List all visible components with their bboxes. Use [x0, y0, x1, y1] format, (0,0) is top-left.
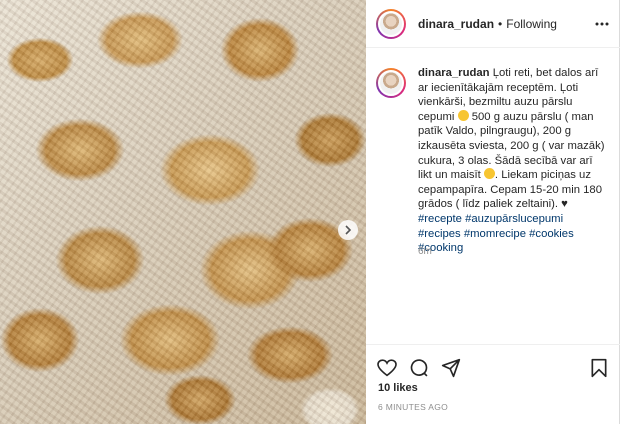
photo-texture: [0, 0, 366, 424]
hashtag-link[interactable]: #momrecipe: [464, 228, 526, 240]
timestamp: 6 MINUTES AGO: [378, 402, 449, 412]
caption-username[interactable]: dinara_rudan: [418, 67, 490, 79]
caption-avatar[interactable]: [376, 68, 406, 98]
following-button[interactable]: Following: [506, 17, 557, 31]
likes-count[interactable]: 10 likes: [378, 382, 418, 394]
more-options-icon[interactable]: [594, 16, 610, 32]
post-photo[interactable]: [0, 0, 366, 424]
chevron-right-icon: [345, 225, 352, 235]
share-icon[interactable]: [440, 357, 462, 379]
post-side-panel: dinara_rudan • Following dinara_rudan Ļo…: [366, 0, 620, 424]
emoji-grin-icon: [483, 168, 495, 180]
next-photo-button[interactable]: [338, 220, 358, 240]
bookmark-icon[interactable]: [588, 357, 610, 379]
emoji-smile-icon: [457, 109, 469, 121]
hashtag-link[interactable]: #cookies: [529, 228, 574, 240]
hashtag-link[interactable]: #auzupārslucepumi: [465, 213, 563, 225]
post-header: dinara_rudan • Following: [366, 0, 620, 48]
avatar[interactable]: [376, 8, 406, 39]
comment-icon[interactable]: [408, 357, 430, 379]
action-bar: [366, 344, 620, 384]
post-container: dinara_rudan • Following dinara_rudan Ļo…: [0, 0, 620, 424]
heart-glyph: ♥: [561, 198, 568, 211]
caption-time: 6m: [418, 246, 432, 257]
hashtag-link[interactable]: #recepte: [418, 213, 462, 225]
caption: dinara_rudan Ļoti reti, bet dalos arī ar…: [376, 66, 610, 256]
caption-text: dinara_rudan Ļoti reti, bet dalos arī ar…: [418, 66, 608, 256]
separator-dot: •: [498, 16, 503, 31]
username-link[interactable]: dinara_rudan: [418, 17, 494, 31]
heart-icon[interactable]: [376, 357, 398, 379]
hashtag-link[interactable]: #recipes: [418, 228, 461, 240]
